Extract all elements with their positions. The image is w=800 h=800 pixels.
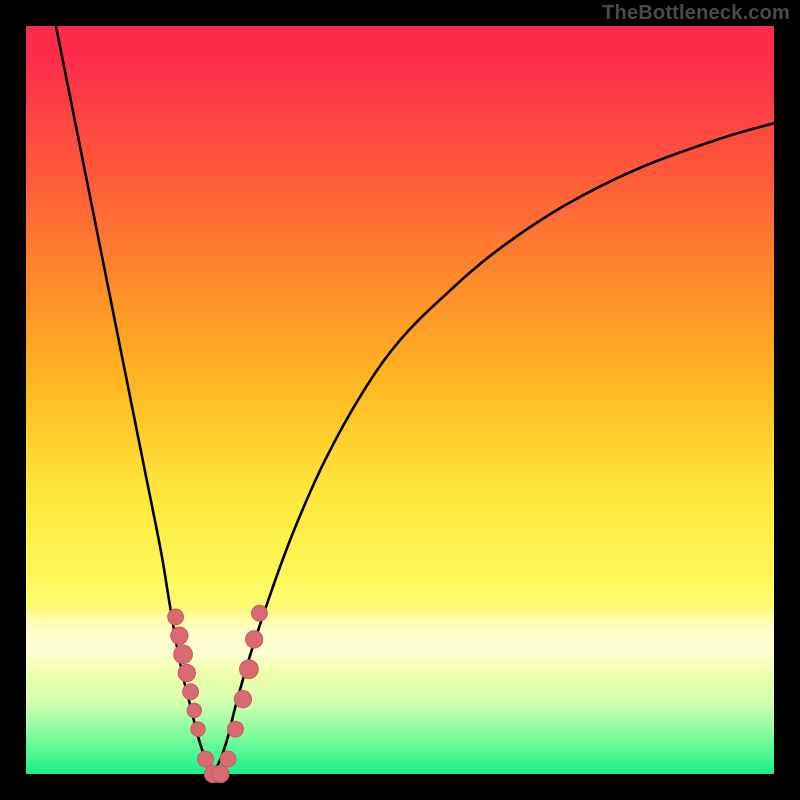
chart-frame: TheBottleneck.com [0, 0, 800, 800]
plot-area [26, 26, 774, 774]
marker-dot [191, 722, 205, 736]
marker-dot [168, 609, 184, 625]
marker-dot [183, 684, 199, 700]
marker-dot [220, 751, 236, 767]
marker-dot [198, 751, 214, 767]
curve-layer [26, 26, 774, 774]
marker-dot [228, 721, 244, 737]
marker-dot [174, 645, 193, 664]
marker-dot [171, 627, 188, 644]
marker-dot [178, 664, 195, 681]
curve-right-branch [213, 123, 774, 774]
marker-dot [234, 691, 251, 708]
marker-dot [212, 765, 229, 782]
marker-dot [246, 631, 263, 648]
marker-dot [251, 605, 267, 621]
data-markers [168, 605, 268, 782]
marker-dot [240, 660, 259, 679]
marker-dot [187, 703, 201, 717]
attribution-label: TheBottleneck.com [602, 2, 790, 25]
